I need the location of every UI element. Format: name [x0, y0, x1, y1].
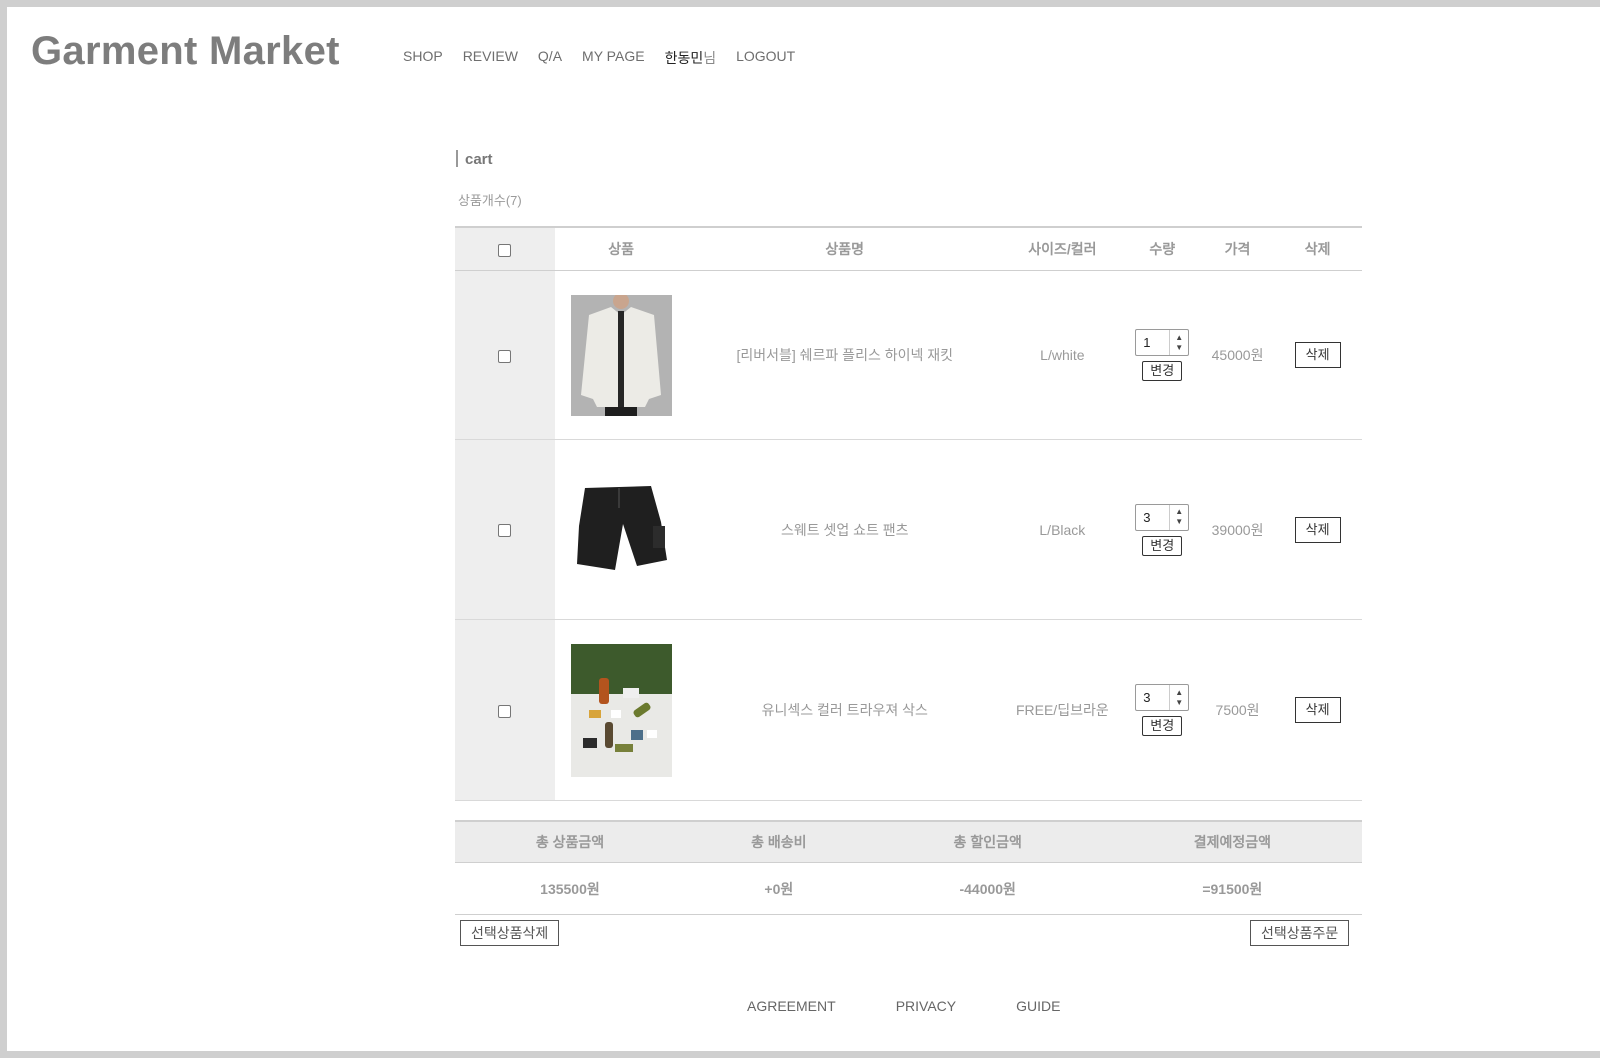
stepper-arrows[interactable]: ▲ ▼ [1169, 330, 1188, 355]
product-image-cell [554, 270, 688, 440]
user-suffix: 님 [703, 50, 717, 66]
delete-item-button[interactable]: 삭제 [1294, 516, 1341, 543]
stepper-arrows[interactable]: ▲ ▼ [1169, 685, 1188, 710]
delete-cell: 삭제 [1273, 439, 1362, 620]
quantity-stepper[interactable]: 3 ▲ ▼ [1135, 503, 1190, 531]
cart-header-row: 상품 상품명 사이즈/컬러 수량 가격 삭제 [455, 226, 1362, 271]
delete-item-button[interactable]: 삭제 [1294, 342, 1341, 368]
table-row: 스웨트 셋업 쇼트 팬츠 L/Black 3 ▲ ▼ 변경 39000원 삭제 [455, 439, 1362, 620]
site-logo[interactable]: Garment Market [31, 29, 340, 74]
quantity-cell: 3 ▲ ▼ 변경 [1122, 439, 1202, 620]
summary-total-product: 135500원 [455, 862, 685, 915]
col-name: 상품명 [687, 226, 1003, 271]
summary-total-shipping: +0원 [684, 862, 873, 915]
nav-user-greeting: 한동민님 [665, 48, 717, 68]
footer-agreement-link[interactable]: AGREEMENT [747, 998, 836, 1014]
stepper-down-icon[interactable]: ▼ [1175, 517, 1183, 527]
quantity-control: 3 ▲ ▼ 변경 [1135, 503, 1190, 556]
summary-total-discount-label: 총 할인금액 [872, 820, 1103, 863]
summary-header-row: 총 상품금액 총 배송비 총 할인금액 결제예정금액 [455, 820, 1362, 863]
col-size-color: 사이즈/컬러 [1002, 226, 1123, 271]
footer-privacy-link[interactable]: PRIVACY [896, 998, 956, 1014]
summary-table: 총 상품금액 총 배송비 총 할인금액 결제예정금액 135500원 +0원 -… [455, 820, 1362, 915]
product-image-socks[interactable] [570, 643, 672, 777]
quantity-control: 3 ▲ ▼ 변경 [1135, 684, 1190, 736]
col-delete: 삭제 [1273, 226, 1362, 271]
row-checkbox-cell [455, 270, 555, 440]
change-quantity-button[interactable]: 변경 [1142, 535, 1183, 556]
stepper-up-icon[interactable]: ▲ [1175, 688, 1183, 698]
product-name[interactable]: [리버서블] 쉐르파 플리스 하이넥 재킷 [687, 270, 1003, 440]
product-size-color: L/Black [1002, 439, 1123, 620]
select-all-checkbox[interactable] [498, 243, 512, 257]
summary-expected-payment: =91500원 [1102, 862, 1362, 915]
cart-title-text: cart [465, 151, 493, 168]
cart-title: cart [456, 150, 493, 168]
stepper-down-icon[interactable]: ▼ [1175, 343, 1183, 353]
change-quantity-button[interactable]: 변경 [1142, 716, 1183, 736]
quantity-cell: 3 ▲ ▼ 변경 [1122, 619, 1202, 801]
nav-qa[interactable]: Q/A [538, 48, 562, 68]
nav-mypage[interactable]: MY PAGE [582, 48, 645, 68]
stepper-down-icon[interactable]: ▼ [1175, 698, 1183, 708]
footer-guide-link[interactable]: GUIDE [1016, 998, 1060, 1014]
top-nav: SHOP REVIEW Q/A MY PAGE 한동민님 LOGOUT [403, 48, 795, 68]
select-all-cell [455, 226, 555, 271]
product-image-cell [554, 439, 688, 620]
product-name[interactable]: 유니섹스 컬러 트라우져 삭스 [687, 619, 1003, 801]
row-checkbox[interactable] [498, 349, 512, 363]
summary-expected-payment-label: 결제예정금액 [1102, 820, 1362, 863]
quantity-stepper[interactable]: 1 ▲ ▼ [1135, 329, 1190, 356]
delete-cell: 삭제 [1273, 270, 1362, 440]
delete-item-button[interactable]: 삭제 [1294, 697, 1341, 723]
row-checkbox-cell [455, 439, 555, 620]
product-price: 39000원 [1201, 439, 1274, 620]
product-size-color: L/white [1002, 270, 1123, 440]
stepper-arrows[interactable]: ▲ ▼ [1169, 504, 1188, 530]
summary-values-row: 135500원 +0원 -44000원 =91500원 [455, 862, 1362, 915]
stepper-up-icon[interactable]: ▲ [1175, 333, 1183, 343]
product-size-color: FREE/딥브라운 [1002, 619, 1123, 801]
title-bar [456, 150, 458, 167]
quantity-stepper[interactable]: 3 ▲ ▼ [1135, 684, 1190, 711]
row-checkbox[interactable] [498, 524, 512, 538]
quantity-value[interactable]: 3 [1136, 505, 1169, 530]
product-price: 45000원 [1201, 270, 1274, 440]
quantity-cell: 1 ▲ ▼ 변경 [1122, 270, 1202, 440]
footer-links: AGREEMENT PRIVACY GUIDE [747, 998, 1060, 1014]
table-row: [리버서블] 쉐르파 플리스 하이넥 재킷 L/white 1 ▲ ▼ 변경 45… [455, 270, 1362, 440]
col-quantity: 수량 [1122, 226, 1202, 271]
product-image-jacket[interactable] [570, 294, 672, 416]
summary-total-shipping-label: 총 배송비 [684, 820, 873, 863]
quantity-control: 1 ▲ ▼ 변경 [1135, 329, 1190, 381]
col-product: 상품 [554, 226, 688, 271]
table-row: 유니섹스 컬러 트라우져 삭스 FREE/딥브라운 3 ▲ ▼ 변경 7500원 … [455, 619, 1362, 801]
row-checkbox[interactable] [498, 704, 512, 718]
page: Garment Market SHOP REVIEW Q/A MY PAGE 한… [7, 7, 1600, 1051]
product-image-cell [554, 619, 688, 801]
quantity-value[interactable]: 1 [1136, 330, 1169, 355]
product-price: 7500원 [1201, 619, 1274, 801]
nav-review[interactable]: REVIEW [463, 48, 518, 68]
col-price: 가격 [1201, 226, 1274, 271]
row-checkbox-cell [455, 619, 555, 801]
product-name[interactable]: 스웨트 셋업 쇼트 팬츠 [687, 439, 1003, 620]
user-name: 한동민 [664, 50, 704, 66]
delete-selected-button[interactable]: 선택상품삭제 [460, 920, 560, 946]
summary-total-product-label: 총 상품금액 [455, 820, 685, 863]
product-image-shorts[interactable] [570, 482, 672, 577]
nav-logout[interactable]: LOGOUT [736, 48, 795, 68]
stepper-up-icon[interactable]: ▲ [1175, 507, 1183, 517]
cart-table: 상품 상품명 사이즈/컬러 수량 가격 삭제 [리버서블] 쉐르파 플리스 하이… [455, 226, 1362, 801]
delete-cell: 삭제 [1273, 619, 1362, 801]
summary-total-discount: -44000원 [872, 862, 1103, 915]
order-selected-button[interactable]: 선택상품주문 [1250, 920, 1350, 946]
item-count: 상품개수(7) [458, 193, 522, 208]
nav-shop[interactable]: SHOP [403, 48, 443, 68]
quantity-value[interactable]: 3 [1136, 685, 1169, 710]
change-quantity-button[interactable]: 변경 [1142, 361, 1183, 381]
